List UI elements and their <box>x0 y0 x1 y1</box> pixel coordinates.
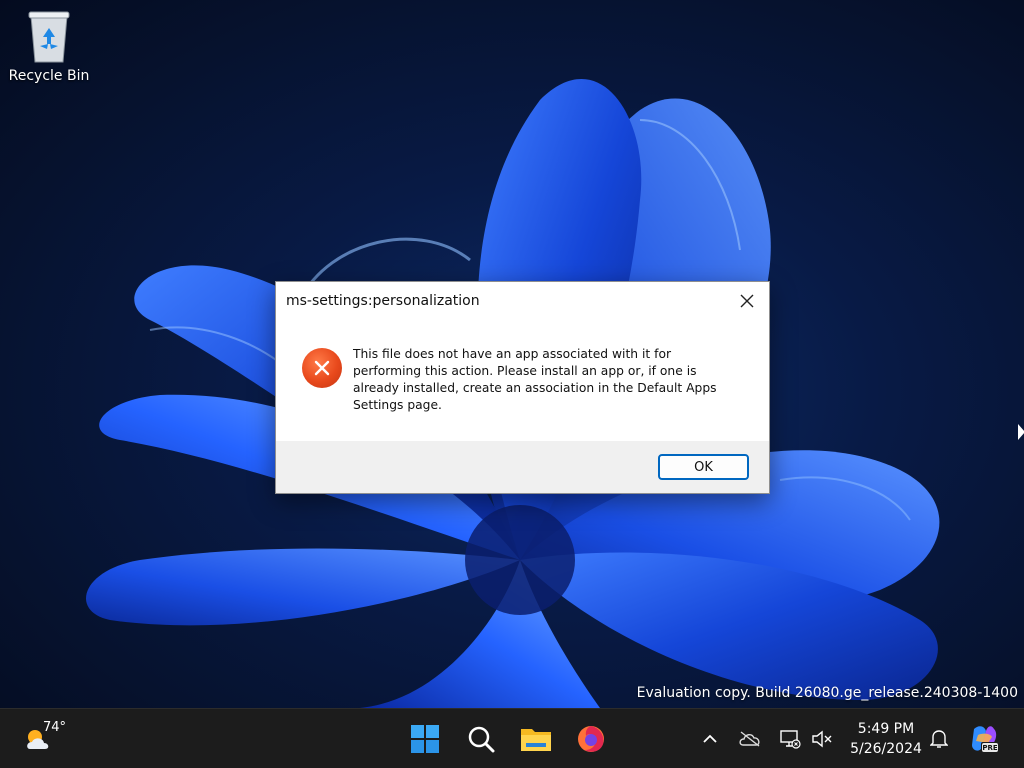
windows-start-icon <box>411 725 439 753</box>
network-icon <box>780 730 801 749</box>
cloud-offline-icon <box>739 731 760 747</box>
onedrive-status[interactable] <box>736 725 764 753</box>
error-dialog: ms-settings:personalization This file do… <box>275 281 770 494</box>
close-icon <box>740 294 754 308</box>
dialog-message: This file does not have an app associate… <box>353 347 717 412</box>
recycle-bin-icon <box>28 11 70 63</box>
dialog-footer: OK <box>276 441 769 493</box>
dialog-body: This file does not have an app associate… <box>276 320 769 442</box>
ok-button[interactable]: OK <box>658 454 749 480</box>
desktop-icon-recycle-bin[interactable]: Recycle Bin <box>6 8 92 94</box>
notifications-button[interactable] <box>927 725 951 753</box>
weather-temperature: 74° <box>43 720 67 735</box>
file-explorer-button[interactable] <box>517 719 555 759</box>
copilot-badge: PRE <box>982 744 998 752</box>
search-button[interactable] <box>462 719 500 759</box>
dialog-close-button[interactable] <box>725 282 769 320</box>
weather-widget[interactable]: 74° <box>22 719 66 759</box>
desktop-icon-label: Recycle Bin <box>8 68 90 84</box>
dialog-title: ms-settings:personalization <box>286 293 480 309</box>
folder-icon <box>521 729 551 751</box>
error-icon <box>302 348 342 388</box>
firefox-icon <box>578 726 604 752</box>
search-icon <box>468 726 495 753</box>
chevron-up-icon <box>703 734 717 743</box>
copilot-icon: PRE <box>972 726 999 753</box>
network-status[interactable] <box>776 725 804 753</box>
evaluation-watermark: Evaluation copy. Build 26080.ge_release.… <box>636 685 1018 701</box>
show-hidden-icons-button[interactable] <box>698 725 722 753</box>
dialog-titlebar[interactable]: ms-settings:personalization <box>276 282 769 320</box>
clock-date: 5/26/2024 <box>850 741 922 757</box>
clock-time: 5:49 PM <box>857 721 915 737</box>
bell-icon <box>930 730 948 748</box>
volume-status[interactable] <box>808 725 836 753</box>
taskbar: 74° 5:49 PM 5/26/2024 PRE <box>0 708 1024 768</box>
clock[interactable]: 5:49 PM 5/26/2024 <box>845 719 927 759</box>
copilot-button[interactable]: PRE <box>966 721 1002 757</box>
start-button[interactable] <box>406 719 444 759</box>
firefox-button[interactable] <box>572 719 610 759</box>
volume-muted-icon <box>812 730 832 748</box>
mouse-cursor-icon <box>1018 424 1024 440</box>
